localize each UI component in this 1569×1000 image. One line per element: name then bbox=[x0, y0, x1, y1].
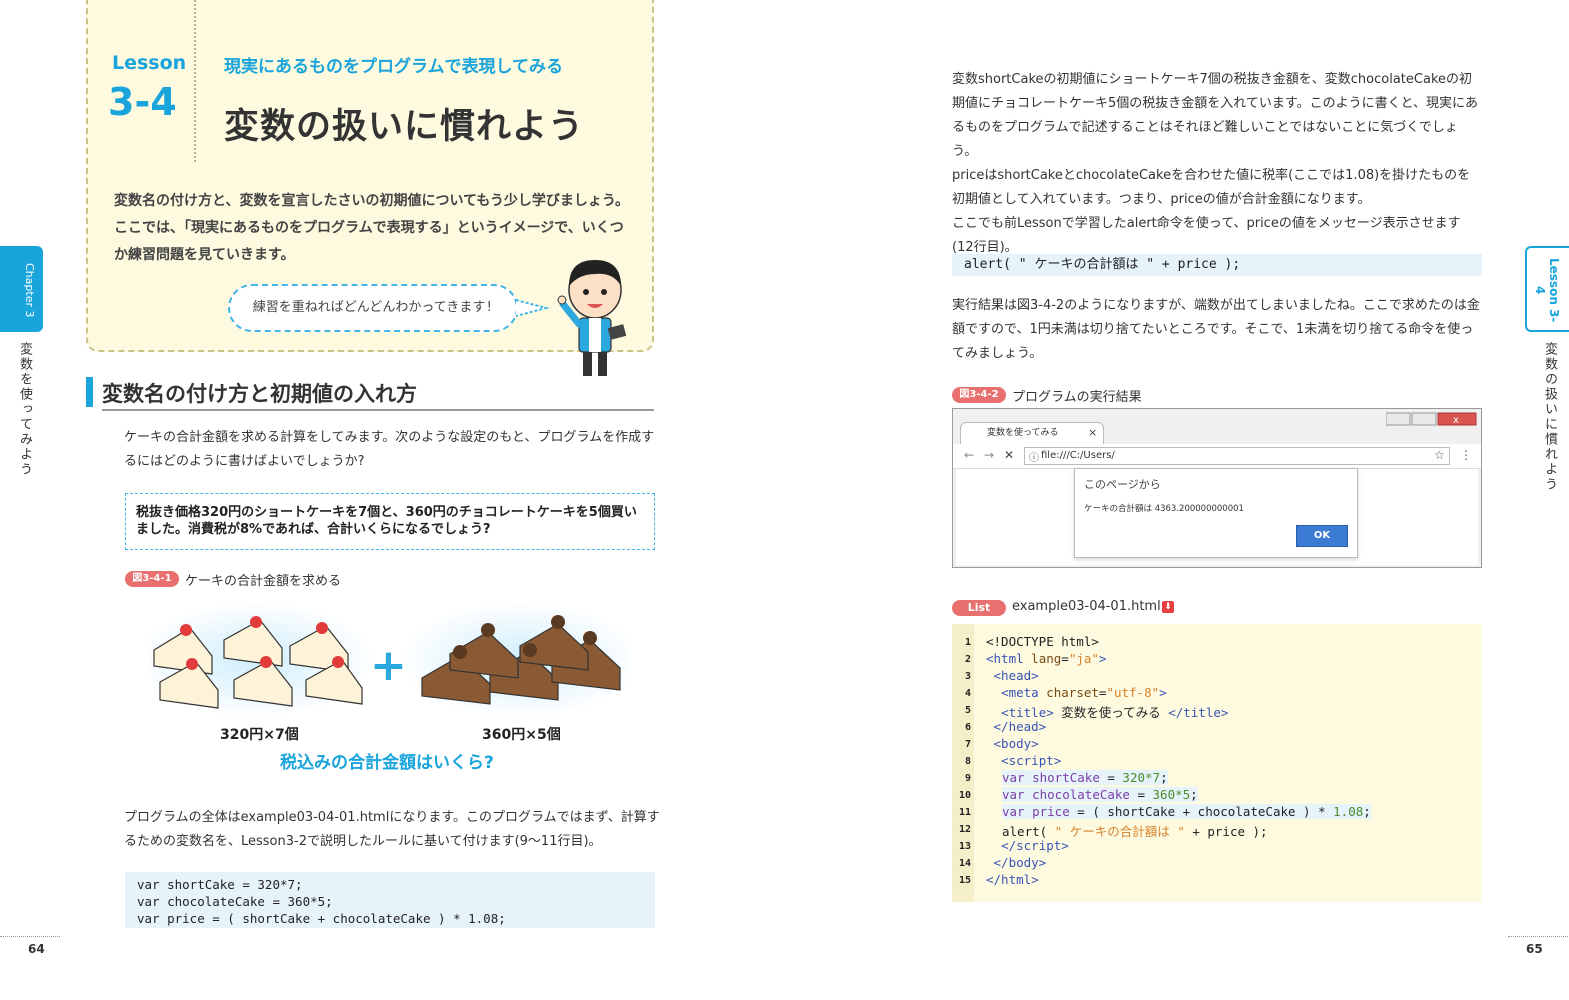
page-number-right: 65 bbox=[1526, 942, 1543, 956]
line-number: 7 bbox=[964, 739, 971, 750]
line-number: 1 bbox=[964, 637, 971, 648]
code-snippet-line: var shortCake = 320*7; bbox=[137, 877, 303, 892]
back-icon[interactable]: ← bbox=[964, 448, 974, 462]
list-filename: example03-04-01.html bbox=[1012, 599, 1161, 614]
ok-button[interactable]: OK bbox=[1296, 525, 1348, 547]
code-snippet: var shortCake = 320*7; var chocolateCake… bbox=[125, 872, 655, 928]
code-snippet-line: var chocolateCake = 360*5; bbox=[137, 894, 333, 909]
cakes-illustration: + bbox=[150, 602, 630, 718]
info-icon: ⓘ bbox=[1029, 453, 1039, 464]
section-heading-bar bbox=[86, 377, 93, 407]
star-icon[interactable]: ☆ bbox=[1434, 448, 1445, 462]
lesson-divider bbox=[194, 0, 196, 162]
code-line: <script> bbox=[1001, 753, 1062, 768]
dialog-title: このページから bbox=[1084, 478, 1161, 491]
right-paragraph-4: 実行結果は図3-4-2のようになりますが、端数が出てしまいましたね。ここで求めた… bbox=[952, 298, 1480, 361]
page-dots-right bbox=[1508, 936, 1568, 937]
cake-total-question: 税込みの合計金額はいくら? bbox=[280, 753, 494, 773]
dialog-message: ケーキの合計額は 4363.200000000001 bbox=[1084, 504, 1244, 514]
lesson-vertical-title: 変数の扱いに慣れよう bbox=[1542, 342, 1557, 492]
browser-tab-title: 変数を使ってみる bbox=[987, 428, 1059, 438]
line-number: 3 bbox=[964, 671, 971, 682]
line-number: 15 bbox=[958, 875, 971, 886]
lesson-title: 変数の扱いに慣れよう bbox=[224, 107, 585, 147]
line-number: 4 bbox=[964, 688, 971, 699]
right-paragraph-1: 変数shortCakeの初期値にショートケーキ7個の税抜き金額を、変数choco… bbox=[952, 68, 1482, 260]
line-number: 14 bbox=[958, 858, 971, 869]
code-line: <!DOCTYPE html> bbox=[986, 634, 1099, 649]
list-badge: List bbox=[952, 600, 1006, 616]
right-para-c: ここでも前Lessonで学習したalert命令を使って、priceの値をメッセー… bbox=[952, 216, 1461, 255]
plus-sign: + bbox=[370, 640, 407, 691]
code-line: <body> bbox=[993, 736, 1039, 751]
right-para-a: 変数shortCakeの初期値にショートケーキ7個の税抜き金額を、変数choco… bbox=[952, 72, 1479, 159]
line-number: 13 bbox=[958, 841, 971, 852]
code-snippet-line: var price = ( shortCake + chocolateCake … bbox=[137, 911, 506, 926]
code-line: var shortCake = 320*7; bbox=[1002, 770, 1168, 785]
figure-caption: ケーキの合計金額を求める bbox=[185, 574, 342, 589]
line-number: 11 bbox=[958, 807, 971, 818]
window-controls: x bbox=[1385, 411, 1478, 426]
line-number: 10 bbox=[958, 790, 971, 801]
section-underline bbox=[102, 409, 654, 411]
svg-text:x: x bbox=[1453, 415, 1459, 426]
code-line: </html> bbox=[986, 872, 1039, 887]
line-number: 2 bbox=[964, 654, 971, 665]
alert-code-line: alert( " ケーキの合計額は " + price ); bbox=[952, 254, 1482, 276]
speech-bubble-tail bbox=[515, 299, 550, 317]
lesson-subtitle: 現実にあるものをプログラムで表現してみる bbox=[224, 57, 563, 77]
download-icon[interactable]: ⬇ bbox=[1162, 601, 1174, 613]
left-paragraph-1: ケーキの合計金額を求める計算をしてみます。次のような設定のもと、プログラムを作成… bbox=[124, 430, 655, 469]
code-line: </head> bbox=[993, 719, 1047, 734]
close-icon[interactable]: × bbox=[1088, 426, 1097, 439]
line-number: 5 bbox=[964, 705, 971, 716]
code-line: <head> bbox=[993, 668, 1039, 683]
right-para-b: priceはshortCakeとchocolateCakeを合わせた値に税率(こ… bbox=[952, 168, 1471, 207]
section-title: 変数名の付け方と初期値の入れ方 bbox=[102, 382, 417, 406]
address-bar[interactable]: file:///C:/Users/ bbox=[1024, 447, 1450, 465]
figure-caption: プログラムの実行結果 bbox=[1012, 390, 1142, 405]
chapter-tab-label: Chapter 3 bbox=[23, 262, 36, 318]
chapter-vertical-title: 変数を使ってみよう bbox=[17, 342, 32, 477]
figure-badge: 図3-4-1 bbox=[125, 571, 179, 587]
character-illustration bbox=[557, 260, 627, 376]
code-line: </body> bbox=[993, 855, 1047, 870]
left-paragraph-2: プログラムの全体はexample03-04-01.htmlになります。このプログ… bbox=[124, 810, 660, 849]
code-line: var price = ( shortCake + chocolateCake … bbox=[1002, 804, 1371, 819]
lesson-number: 3-4 bbox=[108, 80, 177, 124]
line-number: 6 bbox=[964, 722, 971, 733]
menu-icon[interactable]: ⋮ bbox=[1460, 448, 1472, 462]
stop-icon[interactable]: ✕ bbox=[1004, 448, 1014, 462]
forward-icon[interactable]: → bbox=[984, 448, 994, 462]
speech-bubble: 練習を重ねればどんどんわかってきます! bbox=[228, 284, 518, 332]
figure-badge: 図3-4-2 bbox=[952, 387, 1006, 403]
code-line: </script> bbox=[1001, 838, 1069, 853]
line-number: 9 bbox=[964, 773, 971, 784]
browser-tab[interactable]: 変数を使ってみる bbox=[960, 422, 1104, 444]
shortcake-label: 320円×7個 bbox=[220, 727, 299, 743]
question-box: 税抜き価格320円のショートケーキを7個と、360円のチョコレートケーキを5個買… bbox=[125, 493, 655, 550]
line-number: 8 bbox=[964, 756, 971, 767]
lesson-label: Lesson bbox=[112, 52, 187, 74]
page-number-left: 64 bbox=[28, 942, 45, 956]
chocolate-cake-label: 360円×5個 bbox=[482, 727, 561, 743]
page-dots-left bbox=[0, 936, 60, 937]
code-line: var chocolateCake = 360*5; bbox=[1002, 787, 1198, 802]
code-line: <meta charset="utf-8"> bbox=[1001, 685, 1167, 700]
code-line: <html lang="ja"> bbox=[986, 651, 1107, 666]
lesson-tab-label: Lesson 3-4 bbox=[1533, 257, 1561, 323]
line-number: 12 bbox=[958, 824, 971, 835]
